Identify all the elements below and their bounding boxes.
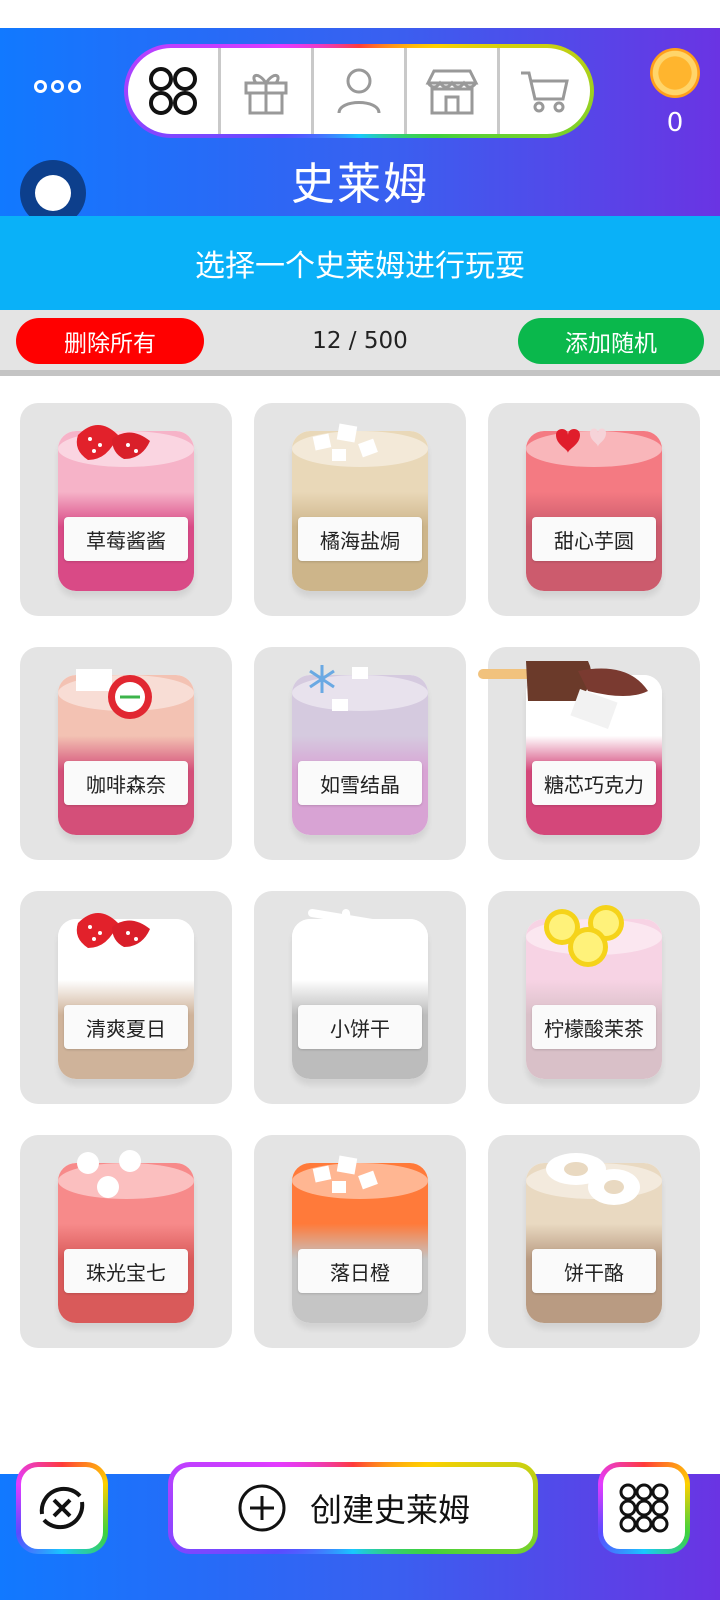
slime-name: 如雪结晶 xyxy=(298,761,422,805)
status-bar xyxy=(0,0,720,28)
toggle-knob xyxy=(35,175,71,211)
slime-card[interactable]: 糖芯巧克力 xyxy=(478,647,700,860)
slime-name: 清爽夏日 xyxy=(64,1005,188,1049)
slime-name: 小饼干 xyxy=(298,1005,422,1049)
dot-icon xyxy=(68,80,81,93)
strawberry-topping-icon xyxy=(68,903,158,967)
nav-shop[interactable] xyxy=(404,48,497,134)
remix-button[interactable] xyxy=(16,1462,108,1554)
remix-icon xyxy=(39,1486,85,1530)
hearts-topping-icon xyxy=(536,415,626,479)
slime-name: 糖芯巧克力 xyxy=(532,761,656,805)
slime-grid: 草莓酱酱 橘海盐焗 甜心芋圆咖啡森奈 如雪结晶 糖芯巧克力清爽夏日 小饼干 柠檬酸茉茶珠光宝… xyxy=(20,403,700,1348)
slime-card[interactable]: 如雪结晶 xyxy=(254,647,466,860)
slime-name: 橘海盐焗 xyxy=(298,517,422,561)
slime-card[interactable]: 饼干酪 xyxy=(488,1135,700,1348)
dot-icon xyxy=(34,80,47,93)
slime-name: 甜心芋圆 xyxy=(532,517,656,561)
slime-card[interactable]: 草莓酱酱 xyxy=(20,403,232,616)
snowflake-topping-icon xyxy=(302,659,392,723)
cubes-topping-icon xyxy=(302,1147,392,1211)
page-title: 史莱姆 xyxy=(291,159,429,210)
slime-card[interactable]: 小饼干 xyxy=(254,891,466,1104)
icecream-topping-icon xyxy=(478,651,678,735)
more-options-button[interactable] xyxy=(34,80,90,100)
pearls-topping-icon xyxy=(68,1147,158,1211)
slime-name: 草莓酱酱 xyxy=(64,517,188,561)
slime-count: 12 / 500 xyxy=(312,328,408,354)
gift-icon xyxy=(244,74,288,115)
nine-circles-icon xyxy=(619,1483,669,1533)
add-random-button[interactable]: 添加随机 xyxy=(518,318,704,364)
header: 0 史莱姆 xyxy=(0,28,720,216)
cubes-topping-icon xyxy=(302,415,392,479)
shop-icon xyxy=(425,69,479,115)
slime-name: 珠光宝七 xyxy=(64,1249,188,1293)
plus-circle-icon xyxy=(238,1484,286,1532)
strawberry-topping-icon xyxy=(68,415,158,479)
nav-slimes[interactable] xyxy=(128,48,218,134)
slime-name: 咖啡森奈 xyxy=(64,761,188,805)
slime-card[interactable]: 落日橙 xyxy=(254,1135,466,1348)
nav-profile[interactable] xyxy=(311,48,404,134)
nav-cart[interactable] xyxy=(497,48,590,134)
slime-card[interactable]: 清爽夏日 xyxy=(20,891,232,1104)
slime-card[interactable]: 咖啡森奈 xyxy=(20,647,232,860)
slime-card[interactable]: 甜心芋圆 xyxy=(488,403,700,616)
slime-card[interactable]: 橘海盐焗 xyxy=(254,403,466,616)
bone-topping-icon xyxy=(302,903,392,977)
lemon-topping-icon xyxy=(536,903,636,977)
grid-circles-icon xyxy=(149,67,197,115)
create-slime-label: 创建史莱姆 xyxy=(309,1491,470,1529)
person-icon xyxy=(337,68,381,114)
nav-bar xyxy=(124,44,594,138)
dot-icon xyxy=(51,80,64,93)
slime-name: 落日橙 xyxy=(298,1249,422,1293)
subheader: 选择一个史莱姆进行玩耍 xyxy=(0,216,720,310)
delete-all-button[interactable]: 删除所有 xyxy=(16,318,204,364)
donut-topping-icon xyxy=(536,1147,656,1221)
slime-name: 柠檬酸茉茶 xyxy=(532,1005,656,1049)
slime-name: 饼干酪 xyxy=(532,1249,656,1293)
bottom-bar: 创建史莱姆 xyxy=(0,1462,720,1600)
toolbar: 删除所有 12 / 500 添加随机 xyxy=(0,310,720,376)
coin-count: 0 xyxy=(666,108,684,138)
collection-button[interactable] xyxy=(598,1462,690,1554)
slime-card[interactable]: 珠光宝七 xyxy=(20,1135,232,1348)
apple-topping-icon xyxy=(68,659,168,733)
slime-card[interactable]: 柠檬酸茉茶 xyxy=(488,891,700,1104)
coin-icon xyxy=(650,48,700,98)
create-slime-button[interactable]: 创建史莱姆 xyxy=(168,1462,538,1554)
cart-icon xyxy=(521,71,569,113)
nav-gift[interactable] xyxy=(218,48,311,134)
